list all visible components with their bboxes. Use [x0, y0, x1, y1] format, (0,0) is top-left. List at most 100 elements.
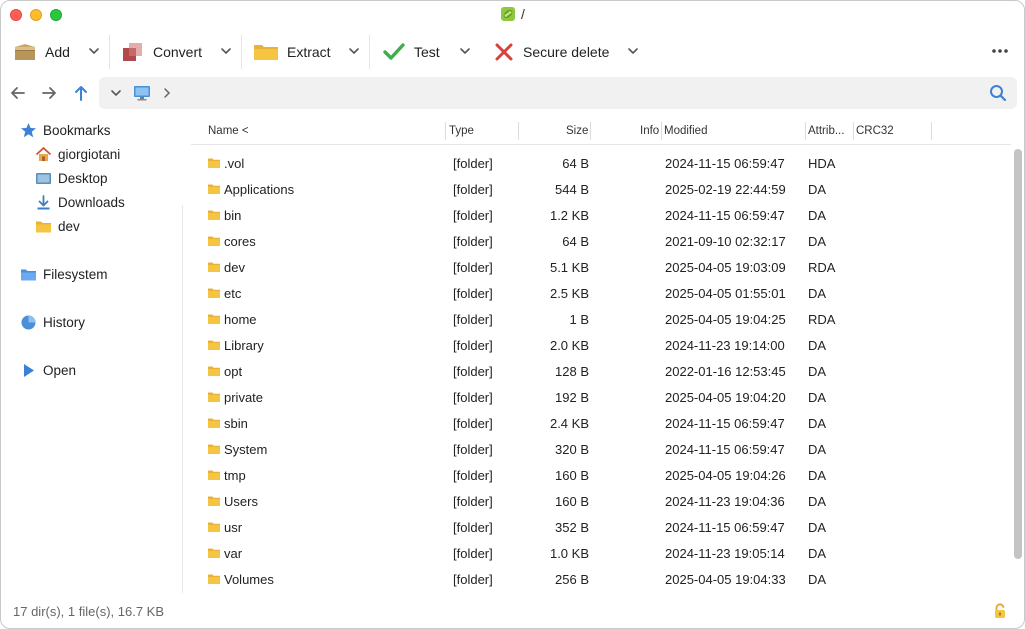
secure-delete-dropdown-chevron-icon[interactable] [626, 44, 640, 58]
table-row[interactable]: Library [folder] 2.0 KB 2024-11-23 19:14:00… [191, 333, 1011, 359]
convert-label: Convert [153, 44, 203, 60]
cell-name: bin [224, 208, 242, 223]
cell-type: [folder] [453, 442, 493, 457]
folder-icon [208, 288, 220, 298]
column-separator[interactable] [590, 122, 591, 140]
box-icon [15, 44, 35, 60]
cell-name: home [224, 312, 257, 327]
cell-modified: 2025-04-05 01:55:01 [665, 286, 786, 301]
cell-modified: 2024-11-15 06:59:47 [665, 520, 785, 535]
table-row[interactable]: .vol [folder] 64 B 2024-11-15 06:59:47 HDA [191, 151, 1011, 177]
address-bar[interactable] [99, 77, 1017, 109]
cell-modified: 2024-11-23 19:14:00 [665, 338, 785, 353]
cell-modified: 2024-11-23 19:04:36 [665, 494, 785, 509]
column-separator[interactable] [445, 122, 446, 140]
column-name[interactable]: Name < [208, 125, 249, 137]
sidebar-item-downloads[interactable]: Downloads [35, 191, 125, 213]
column-separator[interactable] [805, 122, 806, 140]
sidebar-divider [182, 205, 183, 593]
column-info[interactable]: Info [640, 125, 659, 137]
cell-modified: 2025-04-05 19:04:26 [665, 468, 786, 483]
column-attributes[interactable]: Attrib... [808, 125, 844, 137]
app-window: / Add Convert Extract Test Secure delete… [0, 0, 1025, 629]
sidebar-item-dev[interactable]: dev [35, 215, 80, 237]
extract-label: Extract [287, 44, 331, 60]
computer-icon[interactable] [133, 84, 151, 102]
add-label: Add [45, 44, 70, 60]
folder-icon [208, 210, 220, 220]
cell-type: [folder] [453, 494, 493, 509]
table-row[interactable]: Users [folder] 160 B 2024-11-23 19:04:36 DA [191, 489, 1011, 515]
cell-attributes: DA [808, 286, 827, 301]
secure-delete-button[interactable]: Secure delete [493, 37, 609, 67]
folder-icon [208, 236, 220, 246]
add-dropdown-chevron-icon[interactable] [87, 44, 101, 58]
table-row[interactable]: System [folder] 320 B 2024-11-15 06:59:47 DA [191, 437, 1011, 463]
cell-size: 64 B [562, 156, 589, 171]
test-button[interactable]: Test [382, 37, 440, 67]
arrow-up-icon[interactable] [71, 83, 91, 103]
table-row[interactable]: usr [folder] 352 B 2024-11-15 06:59:47 DA [191, 515, 1011, 541]
table-row[interactable]: dev [folder] 5.1 KB 2025-04-05 19:03:09 RDA [191, 255, 1011, 281]
add-button[interactable]: Add [13, 37, 70, 67]
cell-size: 256 B [555, 572, 589, 587]
sidebar-item-giorgiotani[interactable]: giorgiotani [35, 143, 120, 165]
table-row[interactable]: cores [folder] 64 B 2021-09-10 02:32:17 DA [191, 229, 1011, 255]
table-row[interactable]: tmp [folder] 160 B 2025-04-05 19:04:26 DA [191, 463, 1011, 489]
convert-button[interactable]: Convert [121, 37, 202, 67]
arrow-right-icon[interactable] [39, 83, 59, 103]
column-modified[interactable]: Modified [664, 125, 707, 137]
extract-button[interactable]: Extract [253, 37, 331, 67]
table-row[interactable]: Applications [folder] 544 B 2025-02-19 22:4… [191, 177, 1011, 203]
cell-modified: 2025-04-05 19:04:20 [665, 390, 786, 405]
cell-attributes: RDA [808, 312, 836, 327]
test-dropdown-chevron-icon[interactable] [458, 44, 472, 58]
cell-type: [folder] [453, 390, 493, 405]
file-rows: .vol [folder] 64 B 2024-11-15 06:59:47 HDA Ap… [191, 151, 1011, 593]
table-row[interactable]: etc [folder] 2.5 KB 2025-04-05 01:55:01 DA [191, 281, 1011, 307]
scrollbar-thumb[interactable] [1014, 149, 1022, 559]
lock-icon[interactable] [992, 603, 1008, 619]
extract-dropdown-chevron-icon[interactable] [347, 44, 361, 58]
column-type[interactable]: Type [449, 125, 474, 137]
table-row[interactable]: private [folder] 192 B 2025-04-05 19:04:20 D… [191, 385, 1011, 411]
cell-size: 5.1 KB [549, 260, 589, 275]
sidebar-item-open[interactable]: Open [20, 359, 76, 381]
ellipsis-icon[interactable] [990, 43, 1010, 59]
sidebar-item-filesystem[interactable]: Filesystem [20, 263, 108, 285]
column-crc32[interactable]: CRC32 [856, 125, 894, 137]
sidebar-item-bookmarks[interactable]: Bookmarks [20, 119, 111, 141]
cell-type: [folder] [453, 468, 493, 483]
cell-type: [folder] [453, 338, 493, 353]
status-bar: 17 dir(s), 1 file(s), 16.7 KB [1, 593, 1024, 628]
cell-name: opt [224, 364, 243, 379]
cell-attributes: DA [808, 442, 827, 457]
column-separator[interactable] [661, 122, 662, 140]
folder-icon [208, 158, 220, 168]
cell-attributes: DA [808, 572, 827, 587]
cell-modified: 2024-11-15 06:59:47 [665, 416, 785, 431]
table-row[interactable]: home [folder] 1 B 2025-04-05 19:04:25 RDA [191, 307, 1011, 333]
table-row[interactable]: var [folder] 1.0 KB 2024-11-23 19:05:14 DA [191, 541, 1011, 567]
sidebar-item-history[interactable]: History [20, 311, 85, 333]
cell-size: 352 B [555, 520, 589, 535]
table-row[interactable]: Volumes [folder] 256 B 2025-04-05 19:04:33 D… [191, 567, 1011, 593]
convert-dropdown-chevron-icon[interactable] [219, 44, 233, 58]
chevron-down-icon[interactable] [109, 86, 123, 100]
arrow-left-icon[interactable] [8, 83, 28, 103]
cell-attributes: DA [808, 208, 827, 223]
column-size[interactable]: Size [566, 125, 588, 137]
cell-attributes: DA [808, 364, 827, 379]
cell-size: 1.0 KB [549, 546, 589, 561]
column-separator[interactable] [518, 122, 519, 140]
table-row[interactable]: bin [folder] 1.2 KB 2024-11-15 06:59:47 DA [191, 203, 1011, 229]
chevron-right-icon [164, 88, 171, 98]
table-row[interactable]: opt [folder] 128 B 2022-01-16 12:53:45 DA [191, 359, 1011, 385]
history-icon [21, 315, 36, 329]
column-separator[interactable] [931, 122, 932, 140]
column-separator[interactable] [853, 122, 854, 140]
search-icon[interactable] [989, 84, 1007, 102]
table-row[interactable]: sbin [folder] 2.4 KB 2024-11-15 06:59:47 DA [191, 411, 1011, 437]
cell-name: Library [224, 338, 264, 353]
sidebar-item-desktop[interactable]: Desktop [35, 167, 108, 189]
